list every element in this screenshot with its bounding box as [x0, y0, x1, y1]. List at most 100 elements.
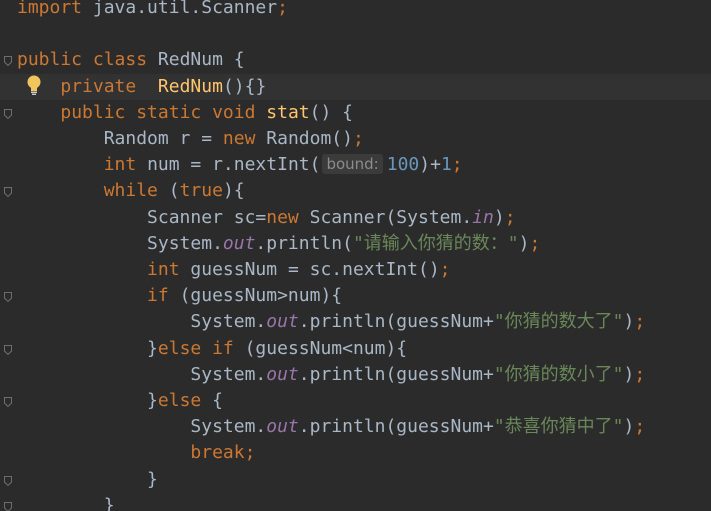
- code-line[interactable]: System.out.println(guessNum+"你猜的数小了");: [0, 362, 711, 388]
- code-token: System.: [17, 416, 267, 438]
- code-line-text: System.out.println("请输入你猜的数：");: [17, 231, 540, 257]
- code-token: if: [147, 285, 180, 307]
- code-token: java.util.Scanner: [82, 0, 278, 18]
- code-token: 1: [440, 154, 452, 176]
- code-line[interactable]: private RedNum(){}: [0, 73, 711, 100]
- code-line[interactable]: System.out.println(guessNum+"恭喜你猜中了");: [0, 414, 711, 440]
- code-line[interactable]: int num = r.nextInt(bound: 100)+1;: [0, 152, 711, 178]
- code-token: }: [17, 468, 158, 490]
- code-line[interactable]: }else {: [0, 388, 711, 414]
- code-line[interactable]: }: [0, 467, 711, 493]
- code-line-text: public static void stat() {: [17, 100, 353, 126]
- code-line[interactable]: while (true){: [0, 178, 711, 204]
- code-token: ;: [244, 442, 256, 464]
- code-line[interactable]: [0, 21, 711, 47]
- code-token: int: [147, 259, 191, 280]
- code-token: (guessNum>num){: [179, 285, 343, 307]
- code-token: "你猜的数大了": [493, 311, 624, 333]
- code-token: stat: [266, 101, 310, 123]
- code-line[interactable]: break;: [0, 440, 711, 466]
- code-line-text: System.out.println(guessNum+"你猜的数小了");: [17, 362, 645, 388]
- code-token: () {: [309, 101, 353, 123]
- code-token: Random r =: [17, 128, 223, 149]
- code-token: "你猜的数小了": [493, 363, 624, 385]
- code-line-text: Scanner sc=new Scanner(System.in);: [17, 205, 516, 231]
- code-token: num = r.nextInt(: [147, 154, 321, 176]
- code-token: Random(): [266, 128, 353, 149]
- code-line[interactable]: Random r = new Random();: [0, 126, 711, 152]
- code-line-text: break;: [17, 440, 255, 466]
- lightbulb-icon[interactable]: [26, 74, 42, 96]
- code-editor[interactable]: import java.util.Scanner; public class Re…: [0, 0, 711, 511]
- code-token: ): [493, 206, 505, 228]
- code-line[interactable]: System.out.println(guessNum+"你猜的数大了");: [0, 309, 711, 335]
- code-token: import: [17, 0, 83, 18]
- code-token: in: [472, 206, 494, 228]
- code-line-text: }else if (guessNum<num){: [17, 336, 407, 362]
- code-line-text: int guessNum = sc.nextInt();: [17, 257, 451, 283]
- code-token: System.: [17, 311, 267, 333]
- code-token: Scanner(System.: [309, 206, 473, 228]
- code-line[interactable]: public static void stat() {: [0, 100, 711, 126]
- code-line[interactable]: public class RedNum {: [0, 47, 711, 73]
- code-line[interactable]: import java.util.Scanner;: [0, 0, 711, 21]
- code-line[interactable]: System.out.println("请输入你猜的数：");: [0, 231, 711, 257]
- code-line[interactable]: Scanner sc=new Scanner(System.in);: [0, 205, 711, 231]
- code-token: }: [17, 494, 115, 511]
- code-token: private: [60, 75, 158, 97]
- code-line-text: Random r = new Random();: [17, 126, 364, 152]
- code-token: .println(guessNum+: [298, 311, 494, 333]
- code-token: ;: [529, 232, 541, 254]
- code-token: ;: [634, 311, 646, 333]
- code-token: ;: [439, 259, 451, 280]
- code-token: guessNum = sc.nextInt(): [190, 259, 440, 280]
- parameter-hint: bound:: [322, 154, 383, 175]
- code-token: (guessNum<num){: [244, 337, 408, 359]
- code-token: ;: [451, 154, 463, 176]
- code-token: out: [222, 232, 256, 254]
- code-token: int: [103, 154, 148, 176]
- code-line-text: }else {: [17, 388, 223, 414]
- code-token: ;: [634, 363, 646, 385]
- code-token: "恭喜你猜中了": [493, 416, 624, 438]
- code-line[interactable]: int guessNum = sc.nextInt();: [0, 257, 711, 283]
- code-token: else if: [157, 337, 245, 359]
- code-line[interactable]: }else if (guessNum<num){: [0, 336, 711, 362]
- code-token: true: [179, 180, 223, 202]
- code-token: ;: [634, 416, 646, 438]
- code-token: ): [623, 311, 635, 333]
- code-line-text: while (true){: [17, 178, 245, 204]
- code-line-text: }: [17, 467, 158, 493]
- code-token: ;: [277, 0, 288, 18]
- code-line[interactable]: if (guessNum>num){: [0, 283, 711, 309]
- code-token: {: [212, 390, 223, 411]
- code-token: break: [190, 442, 245, 464]
- code-token: new: [266, 206, 310, 228]
- code-token: out: [266, 363, 299, 385]
- code-token: else: [157, 390, 213, 411]
- code-token: ): [623, 416, 635, 438]
- code-token: out: [266, 416, 299, 438]
- code-line-text: }: [17, 493, 115, 511]
- code-token: .println(guessNum+: [298, 416, 494, 438]
- code-token: System.: [17, 363, 267, 385]
- code-token: ){: [222, 180, 245, 202]
- code-token: (: [168, 180, 180, 202]
- code-token: ;: [352, 128, 364, 149]
- code-token: System.: [17, 232, 223, 254]
- code-line[interactable]: }: [0, 493, 711, 511]
- code-token: .println(guessNum+: [298, 363, 494, 385]
- code-token: RedNum: [157, 75, 223, 97]
- code-token: ): [518, 232, 530, 254]
- code-token: out: [266, 311, 299, 333]
- code-line-text: System.out.println(guessNum+"恭喜你猜中了");: [17, 414, 645, 440]
- code-line-text: if (guessNum>num){: [17, 283, 342, 309]
- code-token: ): [623, 363, 635, 385]
- code-token: .println(: [255, 232, 353, 254]
